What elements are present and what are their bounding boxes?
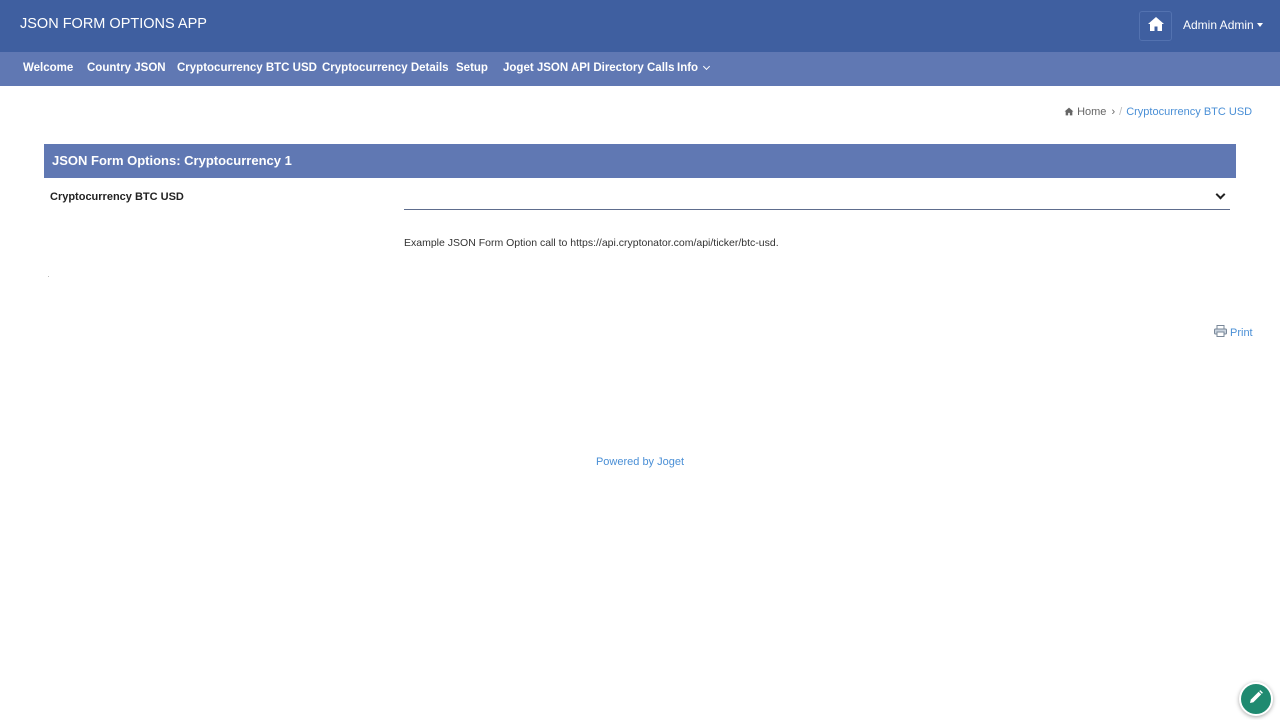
chevron-down-icon xyxy=(703,62,711,71)
app-title[interactable]: JSON FORM OPTIONS APP xyxy=(20,16,207,32)
home-button[interactable] xyxy=(1139,11,1172,41)
powered-by-link[interactable]: Powered by Joget xyxy=(596,456,684,468)
home-icon xyxy=(1147,16,1165,37)
nav-item-cryptocurrency-details[interactable]: Cryptocurrency Details xyxy=(322,62,449,74)
pencil-icon xyxy=(1248,689,1264,710)
nav-item-info[interactable]: Info xyxy=(677,62,711,74)
divider-dot xyxy=(48,276,49,277)
breadcrumb-home[interactable]: Home xyxy=(1064,106,1109,118)
nav-item-country-json[interactable]: Country JSON xyxy=(87,62,166,74)
nav-item-cryptocurrency-btc-usd[interactable]: Cryptocurrency BTC USD xyxy=(177,62,317,74)
chevron-down-icon xyxy=(1215,189,1226,200)
breadcrumb-separator: / xyxy=(1119,106,1123,118)
cryptocurrency-select[interactable] xyxy=(404,186,1230,210)
home-icon xyxy=(1064,106,1077,118)
print-link[interactable]: Print xyxy=(1214,325,1253,340)
top-header: JSON FORM OPTIONS APP Admin Admin xyxy=(0,0,1280,52)
breadcrumb: Home › / Cryptocurrency BTC USD xyxy=(1064,106,1252,118)
breadcrumb-home-label: Home xyxy=(1077,106,1107,118)
print-label: Print xyxy=(1230,326,1253,339)
footer: Powered by Joget xyxy=(0,456,1280,468)
nav-item-joget-json-api-directory-calls[interactable]: Joget JSON API Directory Calls xyxy=(503,62,675,74)
field-label-cryptocurrency: Cryptocurrency BTC USD xyxy=(50,191,184,203)
form-section-header: JSON Form Options: Cryptocurrency 1 xyxy=(44,144,1236,178)
printer-icon xyxy=(1214,325,1230,340)
edit-floating-button[interactable] xyxy=(1239,682,1273,716)
main-nav: Welcome Country JSON Cryptocurrency BTC … xyxy=(0,52,1280,86)
nav-item-setup[interactable]: Setup xyxy=(456,62,488,74)
caret-down-icon xyxy=(1256,22,1263,27)
field-description: Example JSON Form Option call to https:/… xyxy=(404,237,779,249)
nav-item-welcome[interactable]: Welcome xyxy=(23,62,73,74)
chevron-right-icon: › xyxy=(1111,106,1116,118)
nav-item-info-label: Info xyxy=(677,62,699,74)
breadcrumb-current[interactable]: Cryptocurrency BTC USD xyxy=(1126,106,1252,118)
form-title: JSON Form Options: Cryptocurrency 1 xyxy=(52,153,292,168)
user-name: Admin Admin xyxy=(1183,18,1254,32)
user-menu-toggle[interactable]: Admin Admin xyxy=(1183,18,1263,32)
